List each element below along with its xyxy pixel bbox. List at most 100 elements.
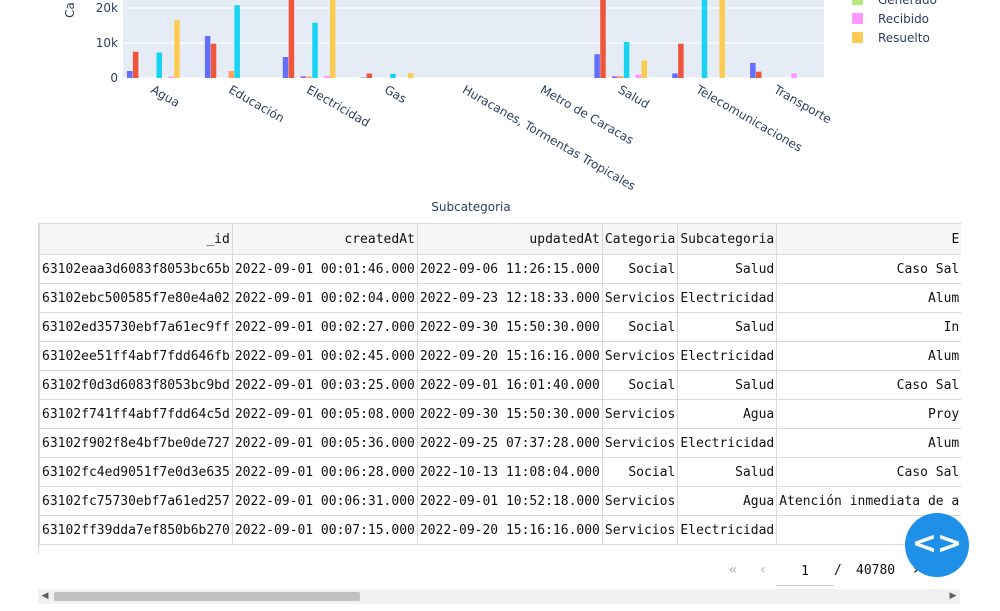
bar[interactable] — [329, 0, 336, 78]
table-cell[interactable]: 2022-09-01 00:07:15.000 — [231, 515, 418, 545]
table-cell[interactable]: Electricidad — [677, 515, 778, 545]
scrollbar-thumb[interactable] — [54, 592, 360, 601]
table-cell[interactable]: 2022-10-13 11:08:04.000 — [416, 457, 603, 487]
table-cell[interactable]: 2022-09-01 00:01:46.000 — [231, 254, 418, 284]
column-header[interactable]: _id — [39, 223, 233, 255]
column-header[interactable]: Categoria — [601, 223, 679, 255]
previous-page-button[interactable]: ‹ — [752, 558, 774, 582]
scroll-left-icon[interactable]: ◀ — [38, 589, 52, 604]
table-cell[interactable]: Electricidad — [677, 428, 778, 458]
bar[interactable] — [306, 76, 312, 78]
table-cell[interactable]: 63102ed35730ebf7a61ec9ff — [39, 312, 233, 342]
bar[interactable] — [635, 74, 642, 79]
table-row[interactable]: 63102ff39dda7ef850b6b270 2022-09-01 00:07… — [39, 515, 961, 545]
table-cell[interactable]: Salud — [677, 254, 778, 284]
bar[interactable] — [623, 41, 630, 78]
bar[interactable] — [132, 51, 139, 78]
table-cell[interactable]: 63102f0d3d6083f8053bc9bd — [39, 370, 233, 400]
legend-label[interactable]: Recibido — [878, 12, 929, 26]
data-table-container[interactable]: _id createdAt updatedAt Categoria Subcategor… — [38, 223, 961, 554]
table-cell[interactable]: Servicios — [601, 486, 679, 516]
table-cell[interactable]: Servicios — [601, 428, 679, 458]
bar[interactable] — [324, 75, 330, 78]
table-cell[interactable]: Caso Sal — [776, 370, 961, 400]
table-cell[interactable]: 2022-09-20 15:16:16.000 — [416, 341, 603, 371]
table-cell[interactable]: 2022-09-01 00:06:31.000 — [231, 486, 418, 516]
bar[interactable] — [210, 43, 217, 78]
column-header[interactable]: Subcategoria — [677, 223, 778, 255]
bar[interactable] — [678, 43, 684, 78]
table-row[interactable]: 63102fc75730ebf7a61ed257 2022-09-01 00:06… — [39, 486, 961, 516]
table-row[interactable]: 63102f902f8e4bf7be0de727 2022-09-01 00:05… — [39, 428, 961, 458]
bar[interactable] — [156, 52, 163, 78]
scroll-right-icon[interactable]: ▶ — [946, 589, 960, 604]
table-cell[interactable]: Alum — [776, 341, 961, 371]
column-header[interactable]: E — [776, 223, 961, 255]
bar[interactable] — [366, 73, 373, 78]
bar[interactable] — [174, 20, 180, 78]
legend-swatch[interactable] — [852, 0, 863, 5]
table-cell[interactable]: 2022-09-01 00:05:36.000 — [231, 428, 418, 458]
bar[interactable] — [204, 36, 211, 78]
bar[interactable] — [750, 62, 756, 78]
legend-label[interactable]: Generado — [878, 0, 937, 7]
horizontal-scrollbar[interactable]: ◀ ▶ — [38, 589, 960, 604]
table-cell[interactable]: Alum — [776, 283, 961, 313]
table-cell[interactable]: 63102f741ff4abf7fdd64c5d — [39, 399, 233, 429]
table-cell[interactable]: 2022-09-23 12:18:33.000 — [416, 283, 603, 313]
table-cell[interactable]: 2022-09-01 00:06:28.000 — [231, 457, 418, 487]
table-cell[interactable]: Social — [601, 312, 679, 342]
table-cell[interactable]: 63102f902f8e4bf7be0de727 — [39, 428, 233, 458]
table-cell[interactable]: Salud — [677, 370, 778, 400]
legend[interactable]: Generado Recibido Resuelto — [852, 0, 937, 45]
bar[interactable] — [127, 71, 133, 78]
table-row[interactable]: 63102f0d3d6083f8053bc9bd 2022-09-01 00:03… — [39, 370, 961, 400]
table-cell[interactable]: Servicios — [601, 399, 679, 429]
bar[interactable] — [719, 0, 725, 78]
bar[interactable] — [300, 76, 306, 78]
bar[interactable] — [228, 71, 234, 78]
table-cell[interactable]: 2022-09-06 11:26:15.000 — [416, 254, 603, 284]
bar[interactable] — [617, 76, 624, 78]
table-cell[interactable]: 63102ff39dda7ef850b6b270 — [39, 515, 233, 545]
bar[interactable] — [791, 73, 797, 78]
table-cell[interactable]: 2022-09-25 07:37:28.000 — [416, 428, 603, 458]
table-row[interactable]: 63102fc4ed9051f7e0d3e635 2022-09-01 00:06… — [39, 457, 961, 487]
table-cell[interactable]: Proy — [776, 399, 961, 429]
bar[interactable] — [234, 5, 240, 79]
bar[interactable] — [641, 60, 648, 79]
table-cell[interactable]: Caso Sal — [776, 457, 961, 487]
table-cell[interactable]: Agua — [677, 399, 778, 429]
code-toggle-button[interactable]: <> — [905, 513, 969, 577]
table-cell[interactable]: Social — [601, 370, 679, 400]
column-header[interactable]: updatedAt — [416, 223, 603, 255]
table-row[interactable]: 63102ee51ff4abf7fdd646fb 2022-09-01 00:02… — [39, 341, 961, 371]
table-cell[interactable]: 63102fc4ed9051f7e0d3e635 — [39, 457, 233, 487]
bar[interactable] — [600, 0, 606, 78]
table-row[interactable]: 63102eaa3d6083f8053bc65b 2022-09-01 00:01… — [39, 254, 961, 284]
page-number-input[interactable] — [776, 557, 834, 586]
table-row[interactable]: 63102ed35730ebf7a61ec9ff 2022-09-01 00:02… — [39, 312, 961, 342]
table-cell[interactable]: 2022-09-01 00:02:45.000 — [231, 341, 418, 371]
bar[interactable] — [288, 0, 295, 78]
bar[interactable] — [672, 73, 678, 78]
table-cell[interactable]: Electricidad — [677, 341, 778, 371]
table-cell[interactable]: 2022-09-01 00:02:04.000 — [231, 283, 418, 313]
table-cell[interactable]: 2022-09-01 00:02:27.000 — [231, 312, 418, 342]
table-cell[interactable]: Servicios — [601, 515, 679, 545]
table-cell[interactable]: Servicios — [601, 341, 679, 371]
bar[interactable] — [312, 22, 318, 78]
table-cell[interactable]: 2022-09-30 15:50:30.000 — [416, 399, 603, 429]
table-cell[interactable]: 63102ee51ff4abf7fdd646fb — [39, 341, 233, 371]
table-cell[interactable]: Social — [601, 254, 679, 284]
legend-swatch[interactable] — [852, 32, 863, 43]
table-cell[interactable]: 63102eaa3d6083f8053bc65b — [39, 254, 233, 284]
table-row[interactable]: 63102f741ff4abf7fdd64c5d 2022-09-01 00:05… — [39, 399, 961, 429]
bar[interactable] — [612, 76, 618, 78]
table-cell[interactable]: Servicios — [601, 283, 679, 313]
table-cell[interactable]: 2022-09-01 16:01:40.000 — [416, 370, 603, 400]
bar[interactable] — [282, 57, 289, 78]
table-cell[interactable]: Atención inmediata de a — [776, 486, 961, 516]
table-row[interactable]: 63102ebc500585f7e80e4a02 2022-09-01 00:02… — [39, 283, 961, 313]
bar[interactable] — [756, 71, 762, 78]
